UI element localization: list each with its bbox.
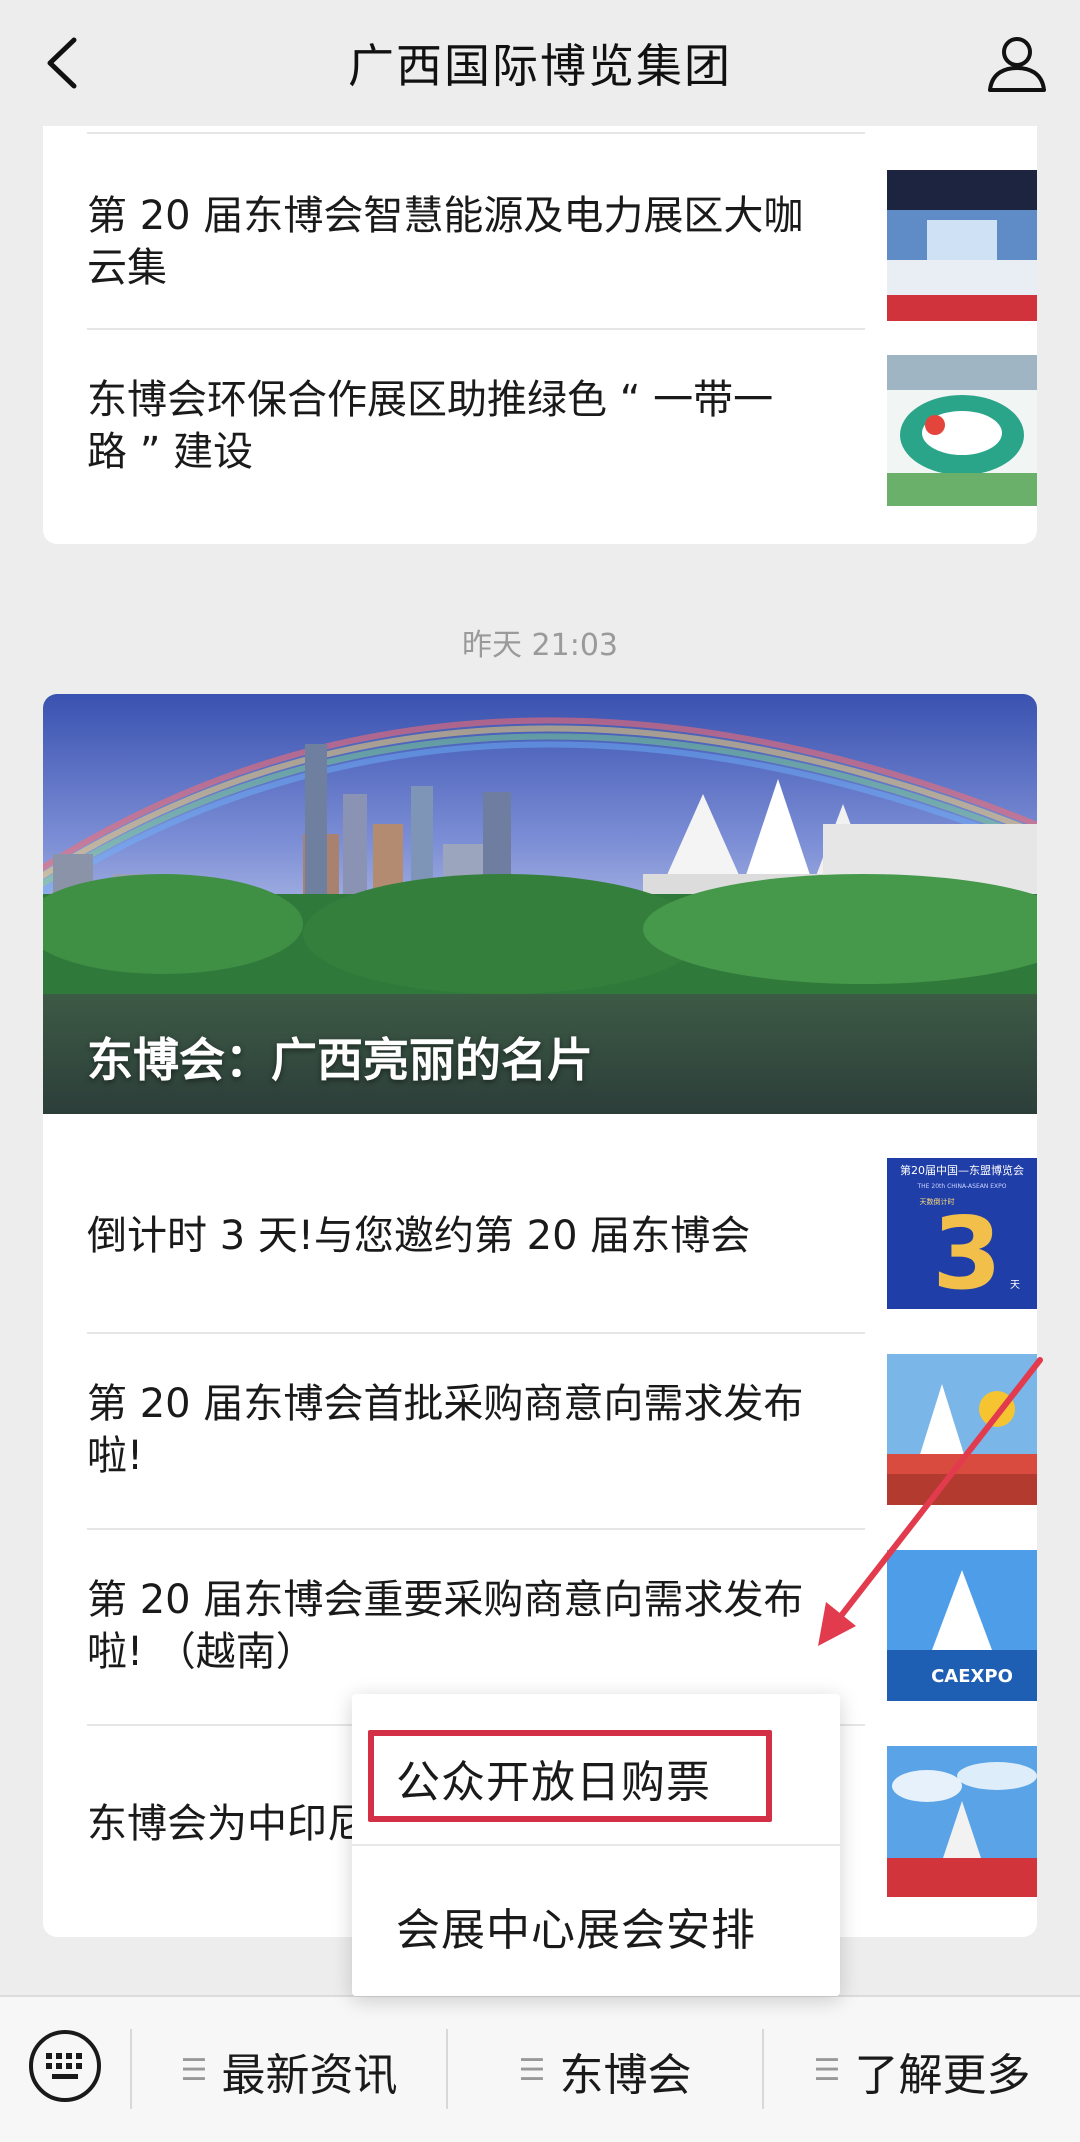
menu-learn-more[interactable]: ☰ 了解更多 xyxy=(764,1997,1080,2142)
menu-item-exhibition-schedule[interactable]: 会展中心展会安排 xyxy=(396,1894,756,1958)
hero-caption: 东博会：广西亮丽的名片 xyxy=(87,1033,593,1087)
bottom-menu-bar: ☰ 最新资讯 ☰ 东博会 ☰ 了解更多 xyxy=(0,1995,1080,2142)
article-thumbnail xyxy=(887,1746,1037,1897)
menu-caexpo[interactable]: ☰ 东博会 xyxy=(448,1997,762,2142)
article-item[interactable]: 第 20 届东博会智慧能源及电力展区大咖云集 xyxy=(87,170,1037,321)
menu-label: 最新资讯 xyxy=(221,2049,398,2101)
article-title: 倒计时 3 天!与您邀约第 20 届东博会 xyxy=(87,1213,751,1259)
menu-lines-icon: ☰ xyxy=(813,2053,841,2088)
divider xyxy=(87,1332,865,1334)
thumb-caption: 第20届中国—东盟博览会 xyxy=(900,1163,1024,1177)
back-button[interactable] xyxy=(30,28,100,98)
chevron-left-icon xyxy=(47,37,77,89)
article-thumbnail xyxy=(887,355,1037,506)
article-title: 第 20 届东博会智慧能源及电力展区大咖云集 xyxy=(87,193,804,291)
timestamp-label: 昨天 21:03 xyxy=(462,628,618,663)
menu-label: 了解更多 xyxy=(854,2049,1031,2101)
menu-lines-icon: ☰ xyxy=(518,2053,546,2088)
menu-item-public-open-day-tickets[interactable]: 公众开放日购票 xyxy=(396,1746,711,1810)
menu-label: 东博会 xyxy=(559,2049,692,2101)
article-item[interactable]: 倒计时 3 天!与您邀约第 20 届东博会 第20届中国—东盟博览会 THE 2… xyxy=(87,1158,1037,1318)
thumb-number: 3 xyxy=(932,1195,1002,1309)
profile-button[interactable] xyxy=(982,28,1052,98)
keyboard-toggle-button[interactable] xyxy=(26,2027,104,2105)
article-title: 第 20 届东博会重要采购商意向需求发布啦! （越南） xyxy=(87,1577,804,1675)
annotation-arrow xyxy=(818,1357,1043,1646)
divider xyxy=(87,1528,865,1530)
menu-latest-news[interactable]: ☰ 最新资讯 xyxy=(132,1997,446,2142)
article-thumbnail xyxy=(887,170,1037,321)
submenu-popup: 公众开放日购票 会展中心展会安排 xyxy=(352,1694,840,1996)
divider xyxy=(87,328,865,330)
article-title: 第 20 届东博会首批采购商意向需求发布啦! xyxy=(87,1381,804,1479)
user-icon xyxy=(988,37,1046,92)
article-item[interactable]: 东博会环保合作展区助推绿色 “ 一带一路 ” 建设 xyxy=(87,350,1037,510)
page-title: 广西国际博览集团 xyxy=(348,39,732,93)
keyboard-icon xyxy=(29,2030,101,2102)
top-bar: 广西国际博览集团 xyxy=(0,0,1080,126)
thumb-unit: 天 xyxy=(1010,1280,1020,1291)
article-card-previous: 第 20 届东博会智慧能源及电力展区大咖云集 东博会环保合作展区助推绿色 “ 一… xyxy=(43,60,1037,544)
divider xyxy=(87,132,865,134)
divider xyxy=(352,1844,840,1846)
thumb-subtext: THE 20th CHINA-ASEAN EXPO xyxy=(917,1183,1007,1190)
article-title: 东博会环保合作展区助推绿色 “ 一带一路 ” 建设 xyxy=(87,377,774,475)
article-thumbnail: 第20届中国—东盟博览会 THE 20th CHINA-ASEAN EXPO 天… xyxy=(887,1158,1037,1309)
menu-lines-icon: ☰ xyxy=(180,2053,208,2088)
